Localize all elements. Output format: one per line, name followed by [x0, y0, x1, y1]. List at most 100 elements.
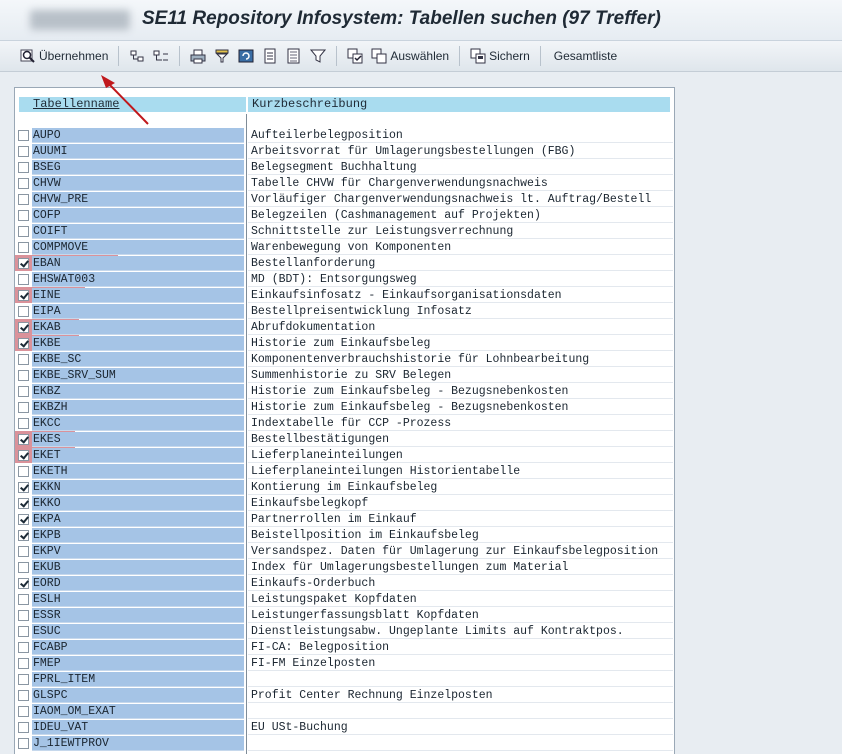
- row-checkbox[interactable]: [18, 514, 29, 525]
- table-row[interactable]: EBAN Bestellanforderung: [15, 255, 674, 272]
- table-name-cell[interactable]: EKUB: [32, 560, 244, 575]
- refresh-button[interactable]: [234, 44, 258, 68]
- table-row[interactable]: CHVW_PRE Vorläufiger Chargenverwendungsna…: [15, 192, 674, 208]
- table-row[interactable]: EKPV Versandspez. Daten für Umlagerung zu…: [15, 544, 674, 560]
- table-row[interactable]: CHVW Tabelle CHVW für Chargenverwendungsn…: [15, 176, 674, 192]
- table-name-cell[interactable]: EIPA: [32, 304, 244, 319]
- table-row[interactable]: EKBE Historie zum Einkaufsbeleg: [15, 335, 674, 352]
- row-checkbox[interactable]: [18, 418, 29, 429]
- table-name-cell[interactable]: EBAN: [32, 256, 244, 271]
- table-row[interactable]: IDEU_VAT EU USt-Buchung: [15, 720, 674, 736]
- table-name-cell[interactable]: EKETH: [32, 464, 244, 479]
- row-checkbox[interactable]: [18, 530, 29, 541]
- table-name-cell[interactable]: IAOM_OM_EXAT: [32, 704, 244, 719]
- table-name-cell[interactable]: EKKN: [32, 480, 244, 495]
- table-name-cell[interactable]: EKPA: [32, 512, 244, 527]
- row-checkbox[interactable]: [18, 274, 29, 285]
- table-row[interactable]: EKBE_SRV_SUM Summenhistorie zu SRV Belege…: [15, 368, 674, 384]
- details-button[interactable]: [258, 44, 282, 68]
- row-checkbox[interactable]: [18, 578, 29, 589]
- table-row[interactable]: COIFT Schnittstelle zur Leistungsverrechn…: [15, 224, 674, 240]
- table-name-cell[interactable]: AUPO: [32, 128, 244, 143]
- table-name-cell[interactable]: EKAB: [32, 320, 244, 335]
- row-checkbox[interactable]: [18, 546, 29, 557]
- row-checkbox[interactable]: [18, 210, 29, 221]
- table-row[interactable]: EKCC Indextabelle für CCP -Prozess: [15, 416, 674, 432]
- table-row[interactable]: BSEG Belegsegment Buchhaltung: [15, 160, 674, 176]
- table-row[interactable]: EKET Lieferplaneinteilungen: [15, 447, 674, 464]
- table-name-cell[interactable]: EKBE: [32, 336, 244, 351]
- table-row[interactable]: ESLH Leistungspaket Kopfdaten: [15, 592, 674, 608]
- table-name-cell[interactable]: ESUC: [32, 624, 244, 639]
- table-name-cell[interactable]: CHVW: [32, 176, 244, 191]
- auswaehlen-button[interactable]: Auswählen: [367, 44, 453, 68]
- row-checkbox[interactable]: [18, 690, 29, 701]
- row-checkbox[interactable]: [18, 594, 29, 605]
- row-checkbox[interactable]: [18, 194, 29, 205]
- gesamtliste-button[interactable]: Gesamtliste: [547, 44, 621, 68]
- row-checkbox[interactable]: [18, 370, 29, 381]
- table-name-cell[interactable]: EKBZ: [32, 384, 244, 399]
- table-name-cell[interactable]: COMPMOVE: [32, 240, 244, 255]
- table-row[interactable]: ESSR Leistungerfassungsblatt Kopfdaten: [15, 608, 674, 624]
- table-name-cell[interactable]: EKPV: [32, 544, 244, 559]
- row-checkbox[interactable]: [18, 162, 29, 173]
- table-row[interactable]: FCABP FI-CA: Belegposition: [15, 640, 674, 656]
- table-row[interactable]: EKBZ Historie zum Einkaufsbeleg - Bezugsn…: [15, 384, 674, 400]
- row-checkbox[interactable]: [18, 290, 29, 301]
- uebernehmen-button[interactable]: Übernehmen: [16, 44, 112, 68]
- table-row[interactable]: J_1IEWTPROV: [15, 736, 674, 752]
- table-name-cell[interactable]: EKES: [32, 432, 244, 447]
- row-checkbox[interactable]: [18, 322, 29, 333]
- row-checkbox[interactable]: [18, 130, 29, 141]
- table-name-cell[interactable]: COFP: [32, 208, 244, 223]
- table-row[interactable]: EKKO Einkaufsbelegkopf: [15, 496, 674, 512]
- row-checkbox[interactable]: [18, 706, 29, 717]
- row-checkbox[interactable]: [18, 338, 29, 349]
- row-checkbox[interactable]: [18, 466, 29, 477]
- row-checkbox[interactable]: [18, 242, 29, 253]
- table-row[interactable]: AUUMI Arbeitsvorrat für Umlagerungsbestel…: [15, 144, 674, 160]
- table-row[interactable]: EKETH Lieferplaneinteilungen Historientab…: [15, 464, 674, 480]
- row-checkbox[interactable]: [18, 658, 29, 669]
- filter-select-button[interactable]: [210, 44, 234, 68]
- table-row[interactable]: EKKN Kontierung im Einkaufsbeleg: [15, 480, 674, 496]
- table-name-cell[interactable]: BSEG: [32, 160, 244, 175]
- table-row[interactable]: FMEP FI-FM Einzelposten: [15, 656, 674, 672]
- table-row[interactable]: EKAB Abrufdokumentation: [15, 319, 674, 336]
- table-name-cell[interactable]: GLSPC: [32, 688, 244, 703]
- select-all-button[interactable]: [343, 44, 367, 68]
- row-checkbox[interactable]: [18, 386, 29, 397]
- row-checkbox[interactable]: [18, 450, 29, 461]
- table-row[interactable]: EKBZH Historie zum Einkaufsbeleg - Bezugs…: [15, 400, 674, 416]
- table-row[interactable]: ESUC Dienstleistungsabw. Ungeplante Limit…: [15, 624, 674, 640]
- table-name-cell[interactable]: EKBE_SC: [32, 352, 244, 367]
- row-checkbox[interactable]: [18, 626, 29, 637]
- table-name-cell[interactable]: AUUMI: [32, 144, 244, 159]
- table-row[interactable]: COMPMOVE Warenbewegung von Komponenten: [15, 240, 674, 256]
- table-name-cell[interactable]: EKET: [32, 448, 244, 463]
- table-row[interactable]: EKBE_SC Komponentenverbrauchshistorie für…: [15, 352, 674, 368]
- row-checkbox[interactable]: [18, 146, 29, 157]
- table-name-cell[interactable]: COIFT: [32, 224, 244, 239]
- row-checkbox[interactable]: [18, 402, 29, 413]
- column-header-kurzbeschreibung[interactable]: Kurzbeschreibung: [248, 97, 670, 112]
- row-checkbox[interactable]: [18, 258, 29, 269]
- row-checkbox[interactable]: [18, 610, 29, 621]
- table-name-cell[interactable]: EINE: [32, 288, 244, 303]
- sichern-button[interactable]: Sichern: [466, 44, 534, 68]
- table-name-cell[interactable]: EKCC: [32, 416, 244, 431]
- table-row[interactable]: EKPB Beistellposition im Einkaufsbeleg: [15, 528, 674, 544]
- row-checkbox[interactable]: [18, 738, 29, 749]
- table-row[interactable]: EHSWAT003 MD (BDT): Entsorgungsweg: [15, 272, 674, 288]
- row-checkbox[interactable]: [18, 482, 29, 493]
- table-name-cell[interactable]: J_1IEWTPROV: [32, 736, 244, 751]
- row-checkbox[interactable]: [18, 498, 29, 509]
- table-name-cell[interactable]: EORD: [32, 576, 244, 591]
- table-name-cell[interactable]: FPRL_ITEM: [32, 672, 244, 687]
- row-checkbox[interactable]: [18, 562, 29, 573]
- table-name-cell[interactable]: ESSR: [32, 608, 244, 623]
- row-checkbox[interactable]: [18, 674, 29, 685]
- collapse-button[interactable]: [149, 44, 173, 68]
- table-name-cell[interactable]: IDEU_VAT: [32, 720, 244, 735]
